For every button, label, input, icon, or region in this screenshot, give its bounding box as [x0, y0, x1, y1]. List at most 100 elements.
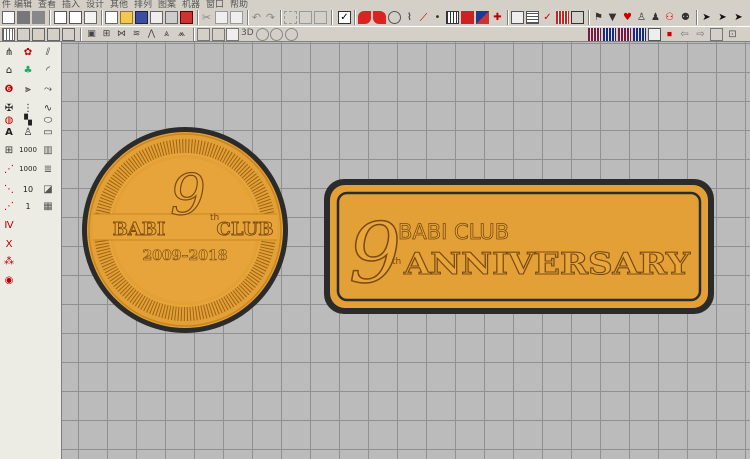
applique-icon[interactable]: [62, 28, 75, 41]
cursor-point-icon[interactable]: ➤: [716, 11, 729, 24]
density-1000-icon[interactable]: 1000: [19, 143, 37, 157]
bezier-icon[interactable]: ⤳: [40, 82, 56, 96]
color-bar-2-icon[interactable]: [603, 28, 616, 41]
sequin-icon[interactable]: Ⅳ: [1, 218, 17, 232]
round-patch[interactable]: 9 th BABI CLUB 2009–2018: [82, 127, 288, 333]
cursor-add-icon[interactable]: ➤: [732, 11, 745, 24]
arc-icon[interactable]: ◜: [40, 63, 56, 77]
people-icon[interactable]: ⚇: [663, 11, 676, 24]
menu-pattern[interactable]: 图案: [158, 0, 176, 8]
cut-icon[interactable]: ✂: [200, 11, 213, 24]
run-icon[interactable]: [17, 28, 30, 41]
tag-icon[interactable]: ⚑: [592, 11, 605, 24]
ungroup-icon[interactable]: [314, 11, 327, 24]
design-canvas[interactable]: 9 th BABI CLUB 2009–2018 9 th BABI CLUB …: [62, 42, 750, 459]
person-tool-icon[interactable]: ♙: [20, 125, 36, 139]
undo-icon[interactable]: ↶: [250, 11, 263, 24]
print-preview-icon[interactable]: [150, 11, 163, 24]
arrow-right-icon[interactable]: ⇨: [694, 28, 707, 41]
redo-icon[interactable]: ↷: [264, 11, 277, 24]
dots-icon[interactable]: [69, 11, 82, 24]
motif-icon[interactable]: [47, 28, 60, 41]
stripes-icon[interactable]: [556, 11, 569, 24]
curve-icon[interactable]: ⌇: [403, 11, 416, 24]
stack-icon[interactable]: ≣: [40, 162, 56, 176]
flower-icon[interactable]: ✿: [20, 45, 36, 59]
weave-icon[interactable]: ⊞: [1, 143, 17, 157]
multi-icon[interactable]: [84, 11, 97, 24]
stitch-red-icon[interactable]: ✚: [491, 11, 504, 24]
menu-file[interactable]: 件: [2, 0, 11, 8]
page-icon[interactable]: [197, 28, 210, 41]
print-icon[interactable]: [165, 11, 178, 24]
oval-icon[interactable]: [388, 11, 401, 24]
menu-insert[interactable]: 插入: [62, 0, 80, 8]
menu-arrange[interactable]: 排列: [134, 0, 152, 8]
pin-icon[interactable]: ▼: [606, 11, 619, 24]
page-3-icon[interactable]: [226, 28, 239, 41]
menu-window[interactable]: 窗口: [206, 0, 224, 8]
cursor-icon[interactable]: ➤: [700, 11, 713, 24]
save-icon[interactable]: [135, 11, 148, 24]
machine-icon[interactable]: [180, 11, 193, 24]
beads-icon[interactable]: ⁂: [1, 254, 17, 268]
column-icon[interactable]: ▥: [40, 143, 56, 157]
color-bar-3-icon[interactable]: [618, 28, 631, 41]
circle-2-icon[interactable]: [270, 28, 283, 41]
rectangle-icon[interactable]: ▭: [40, 125, 56, 139]
text-tool-icon[interactable]: A: [1, 125, 17, 139]
window-icon[interactable]: [648, 28, 661, 41]
leaf-red-2-icon[interactable]: [373, 11, 386, 24]
frame-icon[interactable]: [571, 11, 584, 24]
circle-3-icon[interactable]: [285, 28, 298, 41]
shape-red-icon[interactable]: ❻: [1, 82, 17, 96]
connect-icon[interactable]: ⋈: [115, 28, 128, 41]
density-1000-2-icon[interactable]: 1000: [19, 162, 37, 176]
tree-icon[interactable]: ♣: [20, 63, 36, 77]
frame-2-icon[interactable]: [710, 28, 723, 41]
stop-icon[interactable]: ⏹: [663, 28, 676, 41]
select-icon[interactable]: [284, 11, 297, 24]
color-icon[interactable]: [476, 11, 489, 24]
length-10-icon[interactable]: 10: [20, 182, 36, 196]
menu-other[interactable]: 其他: [110, 0, 128, 8]
ridge-icon[interactable]: ⩕: [175, 28, 188, 41]
zoom-box-icon[interactable]: ▣: [85, 28, 98, 41]
mountain-icon[interactable]: ⩓: [160, 28, 173, 41]
table-icon[interactable]: [511, 11, 524, 24]
satin-icon[interactable]: [2, 28, 15, 41]
fork-icon[interactable]: ⫸: [20, 82, 36, 96]
chain-3-icon[interactable]: ⋰: [1, 199, 17, 213]
mark-icon[interactable]: ✓: [541, 11, 554, 24]
menu-help[interactable]: 帮助: [230, 0, 248, 8]
arrow-left-icon[interactable]: ⇦: [678, 28, 691, 41]
circle-icon[interactable]: [256, 28, 269, 41]
group-icon[interactable]: [299, 11, 312, 24]
wave-icon[interactable]: ≋: [130, 28, 143, 41]
group-people-icon[interactable]: ⚉: [679, 11, 692, 24]
target-icon[interactable]: ◉: [1, 273, 17, 287]
heart-red-icon[interactable]: ♥: [621, 11, 634, 24]
zigzag-icon[interactable]: ⋀: [145, 28, 158, 41]
fill-icon[interactable]: [32, 11, 45, 24]
stitch-icon[interactable]: [17, 11, 30, 24]
new-file-icon[interactable]: [105, 11, 118, 24]
lasso-icon[interactable]: [2, 11, 15, 24]
figure-icon[interactable]: ♙: [635, 11, 648, 24]
list-icon[interactable]: [526, 11, 539, 24]
color-bar-1-icon[interactable]: [588, 28, 601, 41]
copy-icon[interactable]: [215, 11, 228, 24]
needle-icon[interactable]: ⟋: [417, 11, 430, 24]
person-icon[interactable]: ♟: [649, 11, 662, 24]
sequin-2-icon[interactable]: Ⅹ: [1, 237, 17, 251]
open-folder-icon[interactable]: [120, 11, 133, 24]
chain-icon[interactable]: ⋰: [1, 162, 17, 176]
view-3d-button[interactable]: 3D: [241, 28, 254, 38]
checkbox-icon[interactable]: ✓: [338, 11, 351, 24]
tool-end-icon[interactable]: ⊡: [726, 28, 739, 41]
menu-edit[interactable]: 编辑: [14, 0, 32, 8]
page-2-icon[interactable]: [212, 28, 225, 41]
house-icon[interactable]: ⌂: [1, 63, 17, 77]
menu-design[interactable]: 设计: [86, 0, 104, 8]
hoop-icon[interactable]: [461, 11, 474, 24]
